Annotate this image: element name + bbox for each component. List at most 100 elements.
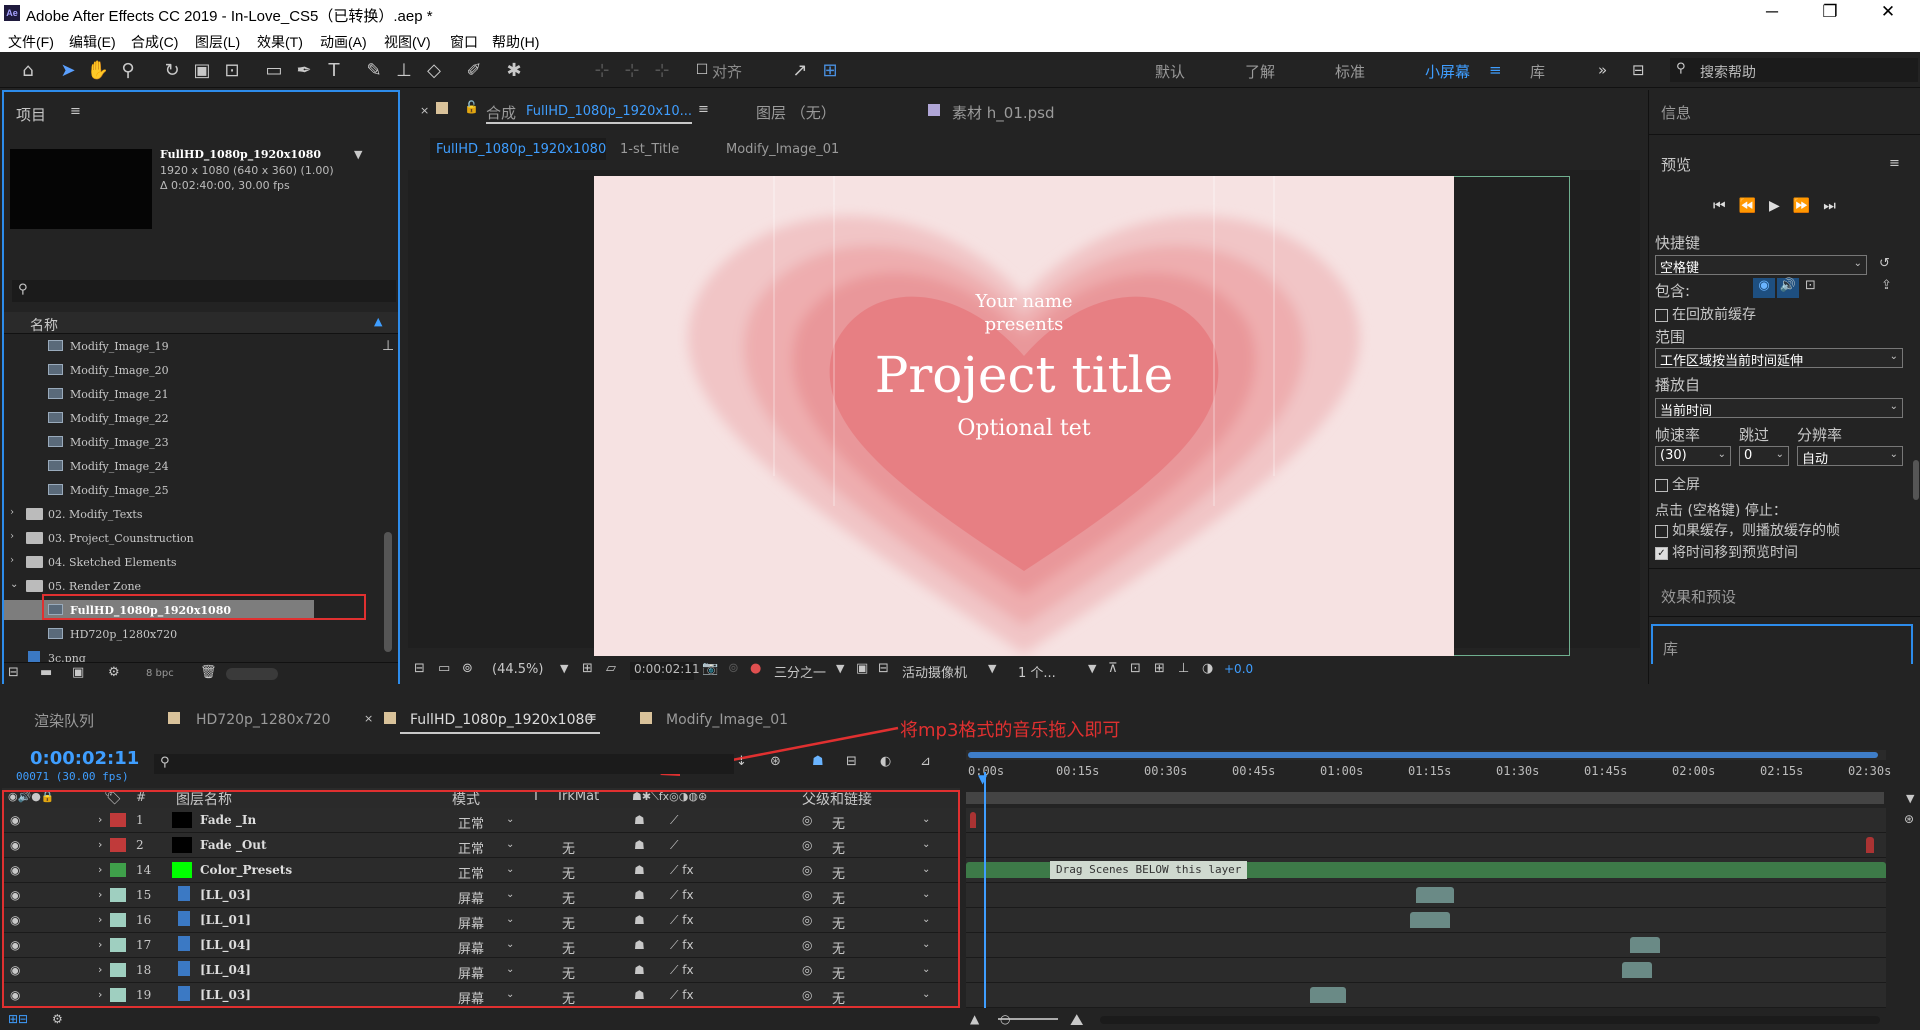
layer-clip[interactable]	[1410, 912, 1450, 928]
exposure-icon[interactable]: ◑	[1202, 661, 1213, 676]
shy-layers-icon[interactable]: ☗	[812, 754, 824, 769]
workspace-menu-icon[interactable]: ≡	[1489, 61, 1502, 79]
more-workspaces-icon[interactable]: »	[1598, 61, 1607, 79]
project-list-item[interactable]: › 04. Sketched Elements	[4, 552, 314, 572]
camera-tool-icon[interactable]: ▣	[190, 60, 214, 81]
layer-clip[interactable]	[1416, 887, 1454, 903]
video-toggle-icon[interactable]: ◉	[1753, 278, 1775, 298]
menu-layer[interactable]: 图层(L)	[195, 32, 240, 52]
fullscreen-checkbox[interactable]: 全屏	[1655, 474, 1700, 494]
resolution-icon[interactable]: ⊞	[582, 661, 593, 676]
chevron-down-icon[interactable]: ▼	[836, 662, 844, 675]
shortcut-select[interactable]: 空格键 ⌄	[1655, 255, 1867, 276]
layer-clip[interactable]	[1622, 962, 1652, 978]
checkbox-icon[interactable]	[1655, 478, 1668, 492]
pen-tool-icon[interactable]: ✒	[292, 60, 316, 81]
menu-view[interactable]: 视图(V)	[384, 32, 431, 52]
chevron-right-icon[interactable]: ›	[10, 507, 14, 518]
chevron-down-icon[interactable]: ⌄	[10, 579, 18, 590]
cache-before-checkbox[interactable]: 在回放前缓存	[1655, 304, 1756, 324]
menu-file[interactable]: 文件(F)	[8, 32, 54, 52]
timeline-scrollbar[interactable]	[1100, 1016, 1880, 1024]
brush-tool-icon[interactable]: ✎	[362, 60, 386, 81]
vr-icon[interactable]: ⊚	[462, 661, 473, 676]
breadcrumb-item[interactable]: 1-st_Title	[620, 142, 679, 157]
chevron-right-icon[interactable]: ›	[10, 555, 14, 566]
bit-depth-label[interactable]: 8 bpc	[146, 668, 174, 679]
type-tool-icon[interactable]: T	[322, 60, 346, 81]
always-preview-icon[interactable]: ⊟	[414, 661, 425, 676]
prev-frame-icon[interactable]: ⏪	[1739, 198, 1769, 214]
breadcrumb-active[interactable]: FullHD_1080p_1920x1080	[430, 138, 606, 160]
chevron-down-icon[interactable]: ▼	[560, 662, 568, 675]
comp-tab-prefix[interactable]: 合成	[486, 102, 516, 123]
play-from-select[interactable]: 当前时间 ⌄	[1655, 398, 1903, 419]
resolution-select[interactable]: 自动 ⌄	[1797, 446, 1903, 467]
project-list-item[interactable]: › 02. Modify_Texts	[4, 504, 314, 524]
zoom-out-icon[interactable]: ▲	[970, 1012, 979, 1026]
thumbnail-slider[interactable]	[226, 668, 278, 680]
fast-preview-icon[interactable]: ⊡	[1130, 661, 1141, 676]
layer-marker-label[interactable]: Drag Scenes BELOW this layer	[1050, 861, 1248, 879]
overlay-toggle-icon[interactable]: ⊡	[1805, 278, 1816, 293]
help-search-box[interactable]: ⚲ 搜索帮助	[1670, 58, 1918, 82]
project-settings-icon[interactable]: ⚙	[108, 665, 120, 680]
snapshot-icon[interactable]: 📷	[702, 661, 718, 676]
next-frame-icon[interactable]: ⏩	[1793, 198, 1823, 214]
snapping-icon[interactable]: ↗	[788, 60, 812, 81]
monitor-icon[interactable]: ▭	[438, 661, 450, 676]
menu-window[interactable]: 窗口	[450, 32, 478, 52]
chevron-down-icon[interactable]: ▼	[988, 662, 996, 675]
puppet-pin-tool-icon[interactable]: ✱	[502, 60, 526, 81]
new-folder-icon[interactable]: ▬	[40, 665, 52, 680]
menu-edit[interactable]: 编辑(E)	[69, 32, 116, 52]
layer-clip[interactable]	[970, 812, 976, 828]
workspace-default[interactable]: 默认	[1155, 61, 1185, 82]
last-frame-icon[interactable]: ⏭	[1823, 198, 1849, 214]
workspace-standard[interactable]: 标准	[1335, 61, 1365, 82]
effects-presets-title[interactable]: 效果和预设	[1661, 586, 1736, 607]
flowchart-icon[interactable]: ⊥	[1178, 661, 1189, 676]
project-scrollbar[interactable]	[384, 532, 392, 652]
interpret-footage-icon[interactable]: ⊟	[8, 665, 19, 680]
footage-tab[interactable]: 素材 h_01.psd	[952, 102, 1055, 123]
project-list-item[interactable]: HD720p_1280x720	[4, 624, 314, 644]
range-select[interactable]: 工作区域按当前时间延伸 ⌄	[1655, 348, 1903, 369]
workspace-toggle-icon[interactable]: ⊟	[1632, 61, 1645, 79]
rectangle-tool-icon[interactable]: ▭	[262, 60, 286, 81]
comp-tab-name[interactable]: FullHD_1080p_1920x10...	[526, 104, 692, 119]
project-list-item[interactable]: Modify_Image_20	[4, 360, 314, 380]
home-icon[interactable]: ⌂	[16, 60, 40, 81]
time-nav-icon[interactable]: ▼	[1906, 792, 1914, 805]
project-search-input[interactable]: ⚲	[12, 280, 396, 302]
exposure-value[interactable]: +0.0	[1224, 662, 1253, 676]
right-panel-scrollbar[interactable]	[1913, 460, 1919, 500]
checkbox-checked-icon[interactable]: ✓	[1655, 546, 1668, 560]
skip-select[interactable]: 0 ⌄	[1739, 446, 1789, 466]
selection-tool-icon[interactable]: ➤	[56, 60, 80, 81]
timeline-search-input[interactable]: ⚲	[154, 754, 734, 774]
panel-menu-icon[interactable]: ≡	[70, 104, 81, 119]
reset-icon[interactable]: ↺	[1879, 256, 1890, 271]
region-icon[interactable]: ▱	[606, 661, 616, 676]
layer-clip[interactable]	[1310, 987, 1346, 1003]
close-tab-icon[interactable]: ×	[420, 104, 429, 117]
dropdown-arrow-icon[interactable]: ▼	[354, 148, 362, 161]
delete-icon[interactable]: 🗑	[200, 665, 217, 680]
close-tab-icon[interactable]: ×	[364, 712, 373, 725]
eraser-tool-icon[interactable]: ◇	[422, 60, 446, 81]
transparency-grid-icon[interactable]: ⊟	[878, 661, 889, 676]
column-name-header[interactable]: 名称	[30, 315, 58, 335]
clone-stamp-tool-icon[interactable]: ⊥	[392, 60, 416, 81]
frame-blending-icon[interactable]: ⊟	[846, 754, 857, 769]
play-icon[interactable]: ▶	[1769, 198, 1793, 214]
fps-select[interactable]: (30) ⌄	[1655, 446, 1731, 466]
workspace-small-screen[interactable]: 小屏幕	[1425, 61, 1470, 82]
project-list-item[interactable]: Modify_Image_24	[4, 456, 314, 476]
project-list-item[interactable]: › 03. Project_Counstruction	[4, 528, 314, 548]
project-list-item[interactable]: Modify_Image_23	[4, 432, 314, 452]
project-list-item[interactable]: Modify_Image_21	[4, 384, 314, 404]
tab-hd720[interactable]: HD720p_1280x720	[196, 712, 331, 728]
render-queue-tab[interactable]: 渲染队列	[34, 710, 94, 731]
hand-tool-icon[interactable]: ✋	[86, 60, 110, 81]
